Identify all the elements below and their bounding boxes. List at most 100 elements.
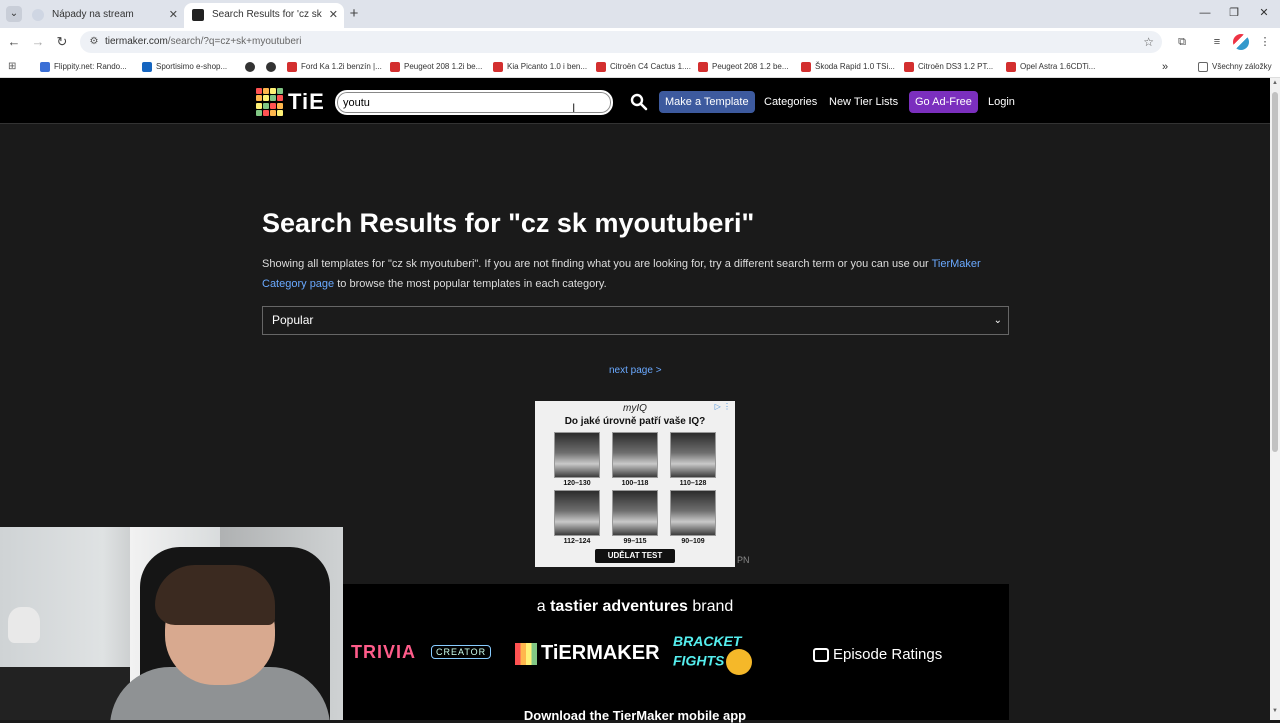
- extensions-icon[interactable]: ⧉: [1174, 34, 1190, 50]
- bookmark-favicon-icon: [904, 62, 914, 72]
- trivia-creator-logo[interactable]: TRIVIA: [351, 642, 416, 663]
- url-text[interactable]: tiermaker.com/search/?q=cz+sk+myoutuberi: [105, 31, 301, 53]
- bookmark-favicon-icon: [245, 62, 255, 72]
- webcam-plush-toy: [8, 607, 40, 643]
- bookmark-sportisimo[interactable]: Sportisimo e-shop...: [142, 56, 227, 78]
- tab-strip: ⌄ Nápady na stream ✕ Search Results for …: [0, 0, 1280, 28]
- bookmark-favicon-icon: [287, 62, 297, 72]
- ad-portrait: [612, 490, 658, 536]
- ad-cta-button[interactable]: UDĚLAT TEST: [595, 549, 675, 563]
- fist-burst-icon: [726, 649, 753, 675]
- bookmark-icon-only-1[interactable]: [245, 56, 259, 78]
- bookmarks-bar: ⊞ Flippity.net: Rando... Sportisimo e-sh…: [0, 56, 1280, 78]
- ad-iq-range: 99–115: [623, 538, 647, 545]
- bookmark-peugeot-208-b[interactable]: Peugeot 208 1.2 be...: [698, 56, 789, 78]
- ad-portrait: [670, 432, 716, 478]
- reload-icon[interactable]: ↻: [54, 34, 70, 50]
- sort-select[interactable]: Popular ⌄: [262, 306, 1009, 335]
- bookmark-ford-ka[interactable]: Ford Ka 1.2i benzín |...: [287, 56, 382, 78]
- logo-grid-icon: [256, 88, 284, 116]
- ad-iq-range: 100–118: [621, 480, 649, 487]
- search-icon[interactable]: [630, 93, 648, 111]
- tab-title: Search Results for 'cz sk myoutuberi': [212, 9, 324, 20]
- tiermaker-logo[interactable]: TiE: [256, 88, 328, 116]
- bookmark-kia-picanto[interactable]: Kia Picanto 1.0 i ben...: [493, 56, 587, 78]
- minimize-icon[interactable]: —: [1198, 6, 1212, 20]
- bookmark-citroen-c4[interactable]: Citroën C4 Cactus 1....: [596, 56, 691, 78]
- bookmark-favicon-icon: [40, 62, 50, 72]
- site-info-icon[interactable]: ⚙: [86, 34, 102, 50]
- bookmark-citroen-ds3[interactable]: Citroën DS3 1.2 PT...: [904, 56, 993, 78]
- webcam-desk: [0, 667, 130, 720]
- tiermaker-brand-logo[interactable]: TiERMAKER: [515, 642, 660, 665]
- menu-icon[interactable]: ⋮: [1257, 34, 1273, 50]
- browser-toolbar: ← → ↻ ⚙ tiermaker.com/search/?q=cz+sk+my…: [0, 28, 1280, 56]
- page-title: Search Results for "cz sk myoutuberi": [262, 208, 755, 238]
- new-tier-lists-link[interactable]: New Tier Lists: [829, 91, 898, 113]
- tab-title: Nápady na stream: [52, 9, 134, 20]
- tab-napady[interactable]: Nápady na stream ✕: [24, 3, 184, 28]
- ad-portrait: [612, 432, 658, 478]
- brand-tagline: a tastier adventures brand: [536, 598, 734, 615]
- bookmark-icon-only-2[interactable]: [266, 56, 280, 78]
- episode-ratings-logo[interactable]: Episode Ratings: [813, 646, 942, 663]
- adchoices-icon[interactable]: ▷ ⋮: [715, 402, 731, 411]
- scroll-up-icon[interactable]: ▲: [1271, 80, 1279, 86]
- make-template-button[interactable]: Make a Template: [659, 91, 755, 113]
- scrollbar-thumb[interactable]: [1272, 92, 1278, 452]
- tv-icon: [813, 648, 829, 663]
- ad-brand: myIQ: [623, 403, 647, 414]
- bookmark-star-icon[interactable]: ☆: [1143, 34, 1154, 50]
- bookmark-favicon-icon: [801, 62, 811, 72]
- bookmark-favicon-icon: [493, 62, 503, 72]
- apps-grid-icon[interactable]: ⊞: [8, 61, 20, 73]
- intro-text-end: to browse the most popular templates in …: [334, 278, 607, 290]
- back-icon[interactable]: ←: [6, 34, 22, 50]
- restore-icon[interactable]: ❐: [1227, 6, 1241, 20]
- ad-portrait: [554, 432, 600, 478]
- categories-link[interactable]: Categories: [764, 91, 817, 113]
- next-page-link[interactable]: next page >: [609, 365, 662, 376]
- tab-search-results[interactable]: Search Results for 'cz sk myoutuberi' ✕: [184, 3, 344, 28]
- bookmark-opel-astra[interactable]: Opel Astra 1.6CDTi...: [1006, 56, 1095, 78]
- ad-iq-range: 112–124: [563, 538, 591, 545]
- bookmark-favicon-icon: [390, 62, 400, 72]
- new-tab-button[interactable]: +: [346, 5, 362, 23]
- bookmark-favicon-icon: [596, 62, 606, 72]
- bookmarks-overflow-button[interactable]: »: [1162, 56, 1168, 78]
- bookmark-flippity[interactable]: Flippity.net: Rando...: [40, 56, 127, 78]
- intro-text: Showing all templates for "cz sk myoutub…: [262, 254, 1010, 294]
- logo-text: TiE: [288, 89, 325, 114]
- globe-icon: [32, 9, 44, 21]
- close-icon[interactable]: ✕: [329, 3, 338, 27]
- text-cursor-icon: I: [572, 101, 576, 115]
- webcam-person-hair: [155, 565, 275, 625]
- scroll-down-icon[interactable]: ▼: [1271, 708, 1279, 714]
- close-icon[interactable]: ✕: [169, 3, 178, 27]
- ad-portrait: [554, 490, 600, 536]
- advertisement[interactable]: myIQ ▷ ⋮ Do jaké úrovně patří vaše IQ? 1…: [535, 401, 735, 567]
- folder-icon: [1198, 62, 1208, 72]
- bookmark-favicon-icon: [142, 62, 152, 72]
- bookmark-favicon-icon: [266, 62, 276, 72]
- tab-search-button[interactable]: ⌄: [6, 6, 22, 22]
- sort-selected-value: Popular: [272, 313, 314, 327]
- address-bar[interactable]: ⚙ tiermaker.com/search/?q=cz+sk+myoutube…: [80, 31, 1162, 53]
- ad-marker: PN: [737, 555, 750, 565]
- page-scrollbar[interactable]: ▲ ▼: [1270, 78, 1280, 720]
- profile-avatar[interactable]: [1233, 34, 1249, 50]
- ad-iq-range: 110–128: [679, 480, 707, 487]
- forward-icon[interactable]: →: [30, 34, 46, 50]
- bookmark-favicon-icon: [1006, 62, 1016, 72]
- bookmark-peugeot-208-a[interactable]: Peugeot 208 1.2i be...: [390, 56, 482, 78]
- login-link[interactable]: Login: [988, 91, 1015, 113]
- download-app-heading: Download the TierMaker mobile app: [523, 708, 747, 723]
- window-close-icon[interactable]: ✕: [1257, 6, 1271, 20]
- bookmark-skoda-rapid[interactable]: Škoda Rapid 1.0 TSi...: [801, 56, 895, 78]
- trivia-creator-badge[interactable]: CREATOR: [431, 645, 492, 659]
- go-ad-free-button[interactable]: Go Ad-Free: [909, 91, 978, 113]
- all-bookmarks-folder[interactable]: Všechny záložky: [1198, 56, 1272, 78]
- tiermaker-favicon-icon: [192, 9, 204, 21]
- bracket-fights-logo[interactable]: BRACKET FIGHTS: [673, 634, 753, 675]
- media-controls-icon[interactable]: ≡: [1209, 34, 1225, 50]
